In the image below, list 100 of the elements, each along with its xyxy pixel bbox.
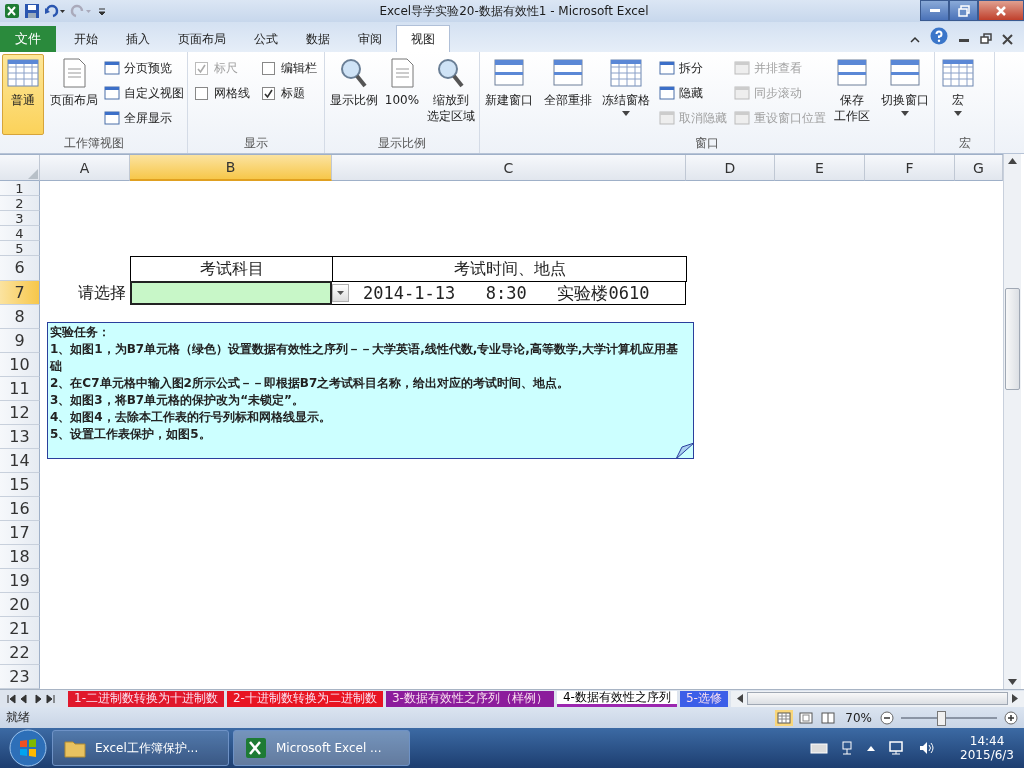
zoom-level[interactable]: 70%: [845, 710, 872, 725]
column-header[interactable]: G: [955, 155, 1003, 181]
save-icon[interactable]: [24, 3, 40, 19]
ribbon-button[interactable]: 全部重排: [540, 54, 595, 135]
zoom-slider-thumb[interactable]: [937, 710, 947, 726]
column-header[interactable]: D: [686, 155, 775, 181]
checkmark-icon: [196, 62, 207, 74]
clock-date[interactable]: 2015/6/3: [960, 748, 1014, 762]
file-tab[interactable]: 文件: [0, 26, 56, 52]
column-header[interactable]: A: [40, 155, 130, 181]
ribbon-tab[interactable]: 公式: [240, 26, 292, 52]
group-label: 显示: [243, 135, 269, 152]
collapse-ribbon-icon[interactable]: [910, 35, 920, 45]
sheet-tab[interactable]: 1-二进制数转换为十进制数: [68, 690, 224, 707]
close-icon[interactable]: [1002, 34, 1013, 45]
row-header[interactable]: 21: [0, 617, 40, 641]
ribbon-button[interactable]: 缩放到 选定区域: [424, 54, 477, 135]
window-icon: [104, 111, 120, 125]
checkbox[interactable]: 编辑栏: [258, 58, 321, 78]
undo-icon[interactable]: [44, 3, 66, 19]
window-icon: [658, 111, 675, 125]
restore-button[interactable]: [949, 0, 978, 21]
row-header[interactable]: 18: [0, 545, 40, 569]
column-header[interactable]: E: [775, 155, 865, 181]
ribbon-tab[interactable]: 视图: [396, 25, 450, 52]
ribbon-button[interactable]: 冻结窗格: [599, 54, 654, 135]
dropdown-button[interactable]: [332, 284, 349, 302]
row-header[interactable]: 2: [0, 196, 40, 211]
page-break-view-icon[interactable]: [819, 709, 838, 726]
page-layout-view-icon[interactable]: [797, 709, 816, 726]
row-header[interactable]: 16: [0, 497, 40, 521]
help-icon[interactable]: [930, 27, 948, 45]
minimize-button[interactable]: [920, 0, 949, 21]
row-header[interactable]: 15: [0, 473, 40, 497]
row-header[interactable]: 10: [0, 353, 40, 377]
ribbon-button[interactable]: 显示比例: [327, 54, 380, 135]
ribbon-button[interactable]: 宏: [937, 54, 979, 135]
restore-icon[interactable]: [980, 33, 992, 45]
sheet-tab[interactable]: 4-数据有效性之序列: [556, 690, 677, 707]
row-header[interactable]: 14: [0, 449, 40, 473]
row-header[interactable]: 13: [0, 425, 40, 449]
row-header[interactable]: 3: [0, 211, 40, 226]
row-header[interactable]: 1: [0, 181, 40, 196]
row-header[interactable]: 12: [0, 401, 40, 425]
start-button[interactable]: [8, 728, 48, 768]
ribbon-tab[interactable]: 审阅: [344, 26, 396, 52]
clock-time[interactable]: 14:44: [969, 734, 1005, 748]
show-hidden-icons-icon[interactable]: [866, 744, 877, 752]
sheet-tab[interactable]: 2-十进制数转换为二进制数: [226, 690, 383, 707]
input-cell[interactable]: [130, 281, 332, 305]
scrollbar-thumb[interactable]: [746, 692, 1008, 705]
column-header[interactable]: B: [130, 155, 332, 181]
ribbon-button[interactable]: 普通: [2, 54, 44, 135]
row-header[interactable]: 6: [0, 256, 40, 281]
taskbar-button[interactable]: Excel工作簿保护...: [52, 730, 229, 766]
ribbon-tab[interactable]: 插入: [112, 26, 164, 52]
sheet-tab[interactable]: 3-数据有效性之序列（样例）: [385, 690, 554, 707]
row-header[interactable]: 19: [0, 569, 40, 593]
row-header[interactable]: 5: [0, 241, 40, 256]
close-button[interactable]: [978, 0, 1024, 21]
ribbon-button[interactable]: 自定义视图: [104, 83, 184, 103]
row-header[interactable]: 17: [0, 521, 40, 545]
normal-view-icon[interactable]: [775, 709, 794, 726]
network-icon[interactable]: [840, 740, 855, 756]
ribbon-button[interactable]: 保存 工作区: [831, 54, 874, 135]
row-header[interactable]: 7: [0, 281, 40, 305]
row-header[interactable]: 4: [0, 226, 40, 241]
ribbon-button[interactable]: 页面布局: [46, 54, 101, 135]
zoom-out-icon[interactable]: [880, 710, 894, 725]
ribbon-button[interactable]: 分页预览: [104, 58, 184, 78]
ribbon-button[interactable]: 新建窗口: [482, 54, 536, 135]
ribbon-button[interactable]: 隐藏: [658, 83, 727, 103]
vertical-scrollbar[interactable]: [1003, 154, 1021, 689]
keyboard-icon[interactable]: [810, 742, 829, 754]
column-header[interactable]: F: [865, 155, 955, 181]
row-header[interactable]: 11: [0, 377, 40, 401]
checkbox[interactable]: 标题: [258, 83, 321, 103]
ribbon-button[interactable]: 切换窗口: [877, 54, 932, 135]
row-header[interactable]: 23: [0, 665, 40, 689]
ribbon-button[interactable]: 拆分: [658, 58, 727, 78]
row-header[interactable]: 22: [0, 641, 40, 665]
row-header[interactable]: 9: [0, 329, 40, 353]
scrollbar-thumb[interactable]: [1005, 288, 1020, 390]
checkbox[interactable]: 网格线: [191, 83, 254, 103]
row-header[interactable]: 20: [0, 593, 40, 617]
volume-icon[interactable]: [918, 740, 937, 756]
sheet-tab[interactable]: 5-选修: [679, 690, 728, 707]
ribbon-tab[interactable]: 页面布局: [164, 26, 240, 52]
horizontal-scrollbar[interactable]: [730, 690, 1024, 707]
triangle-icon: [27, 168, 39, 180]
zoom-in-icon[interactable]: [1004, 710, 1018, 725]
taskbar-button[interactable]: Microsoft Excel ...: [233, 730, 410, 766]
ribbon-button[interactable]: 全屏显示: [104, 108, 184, 128]
column-header[interactable]: C: [332, 155, 686, 181]
group-label: 宏: [957, 135, 972, 152]
ribbon-tab[interactable]: 数据: [292, 26, 344, 52]
row-header[interactable]: 8: [0, 305, 40, 329]
excel-logo-icon[interactable]: [4, 3, 20, 19]
ribbon-tab[interactable]: 开始: [60, 26, 112, 52]
ribbon-button[interactable]: 100%: [381, 54, 423, 135]
